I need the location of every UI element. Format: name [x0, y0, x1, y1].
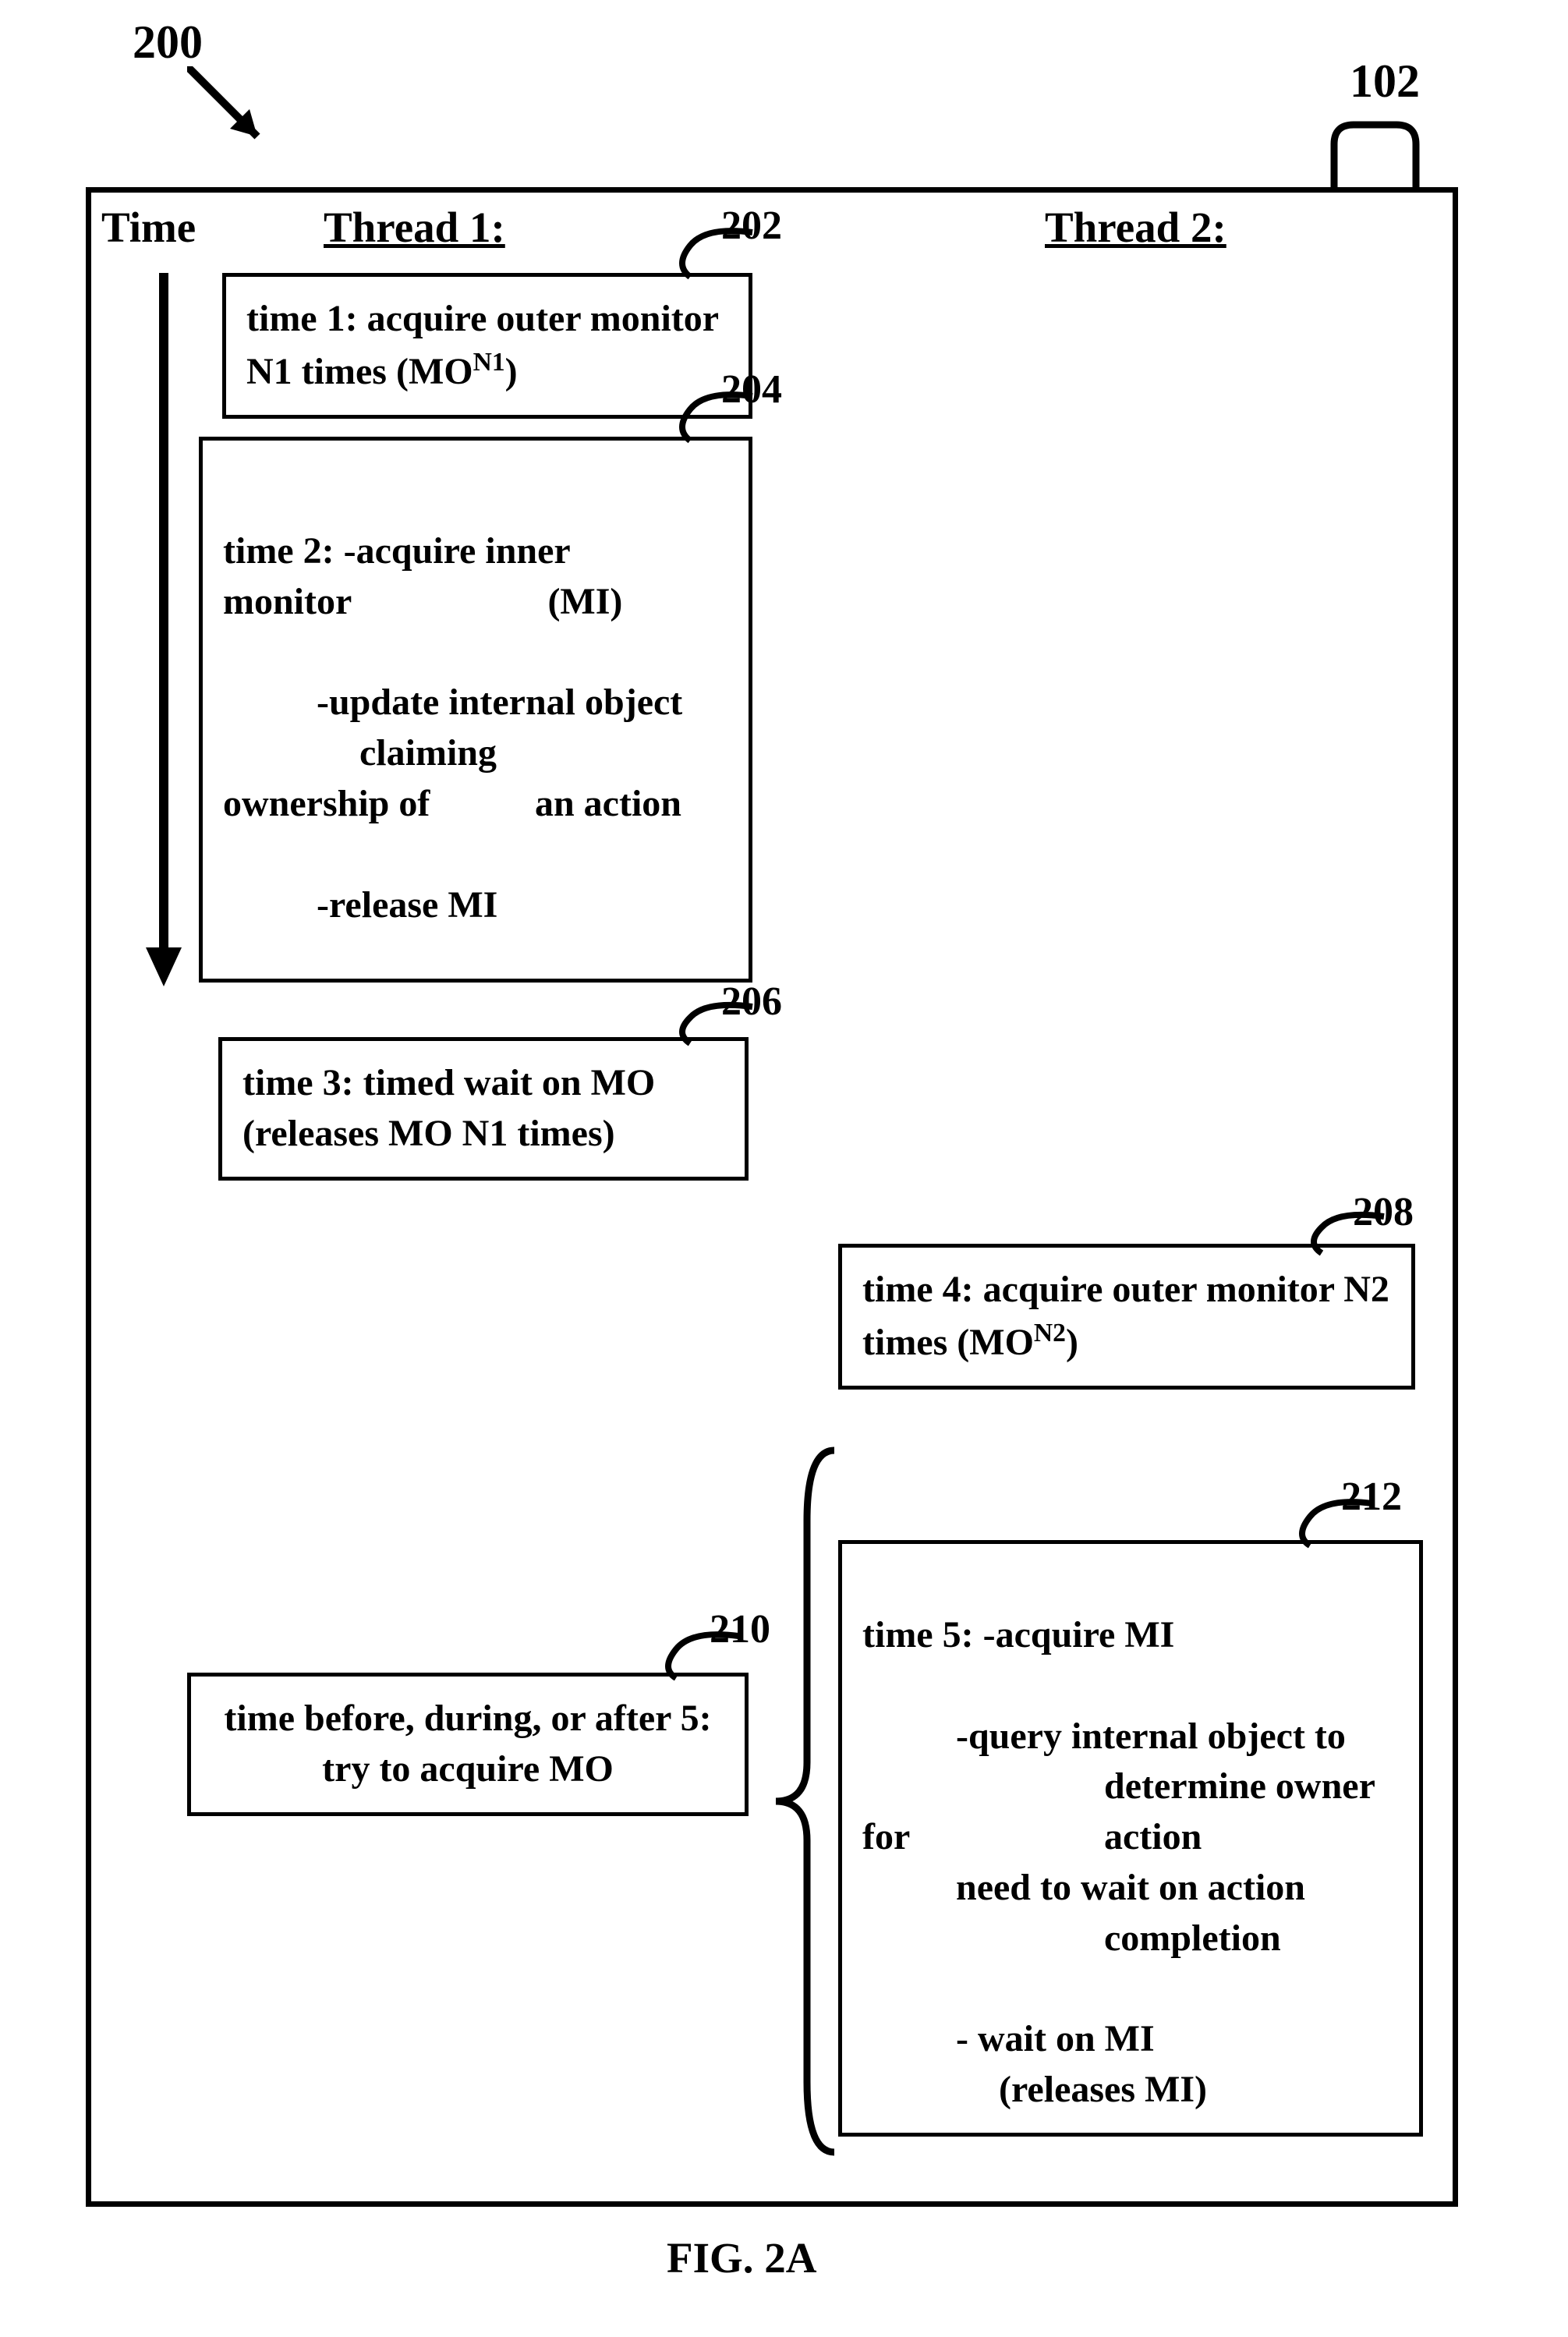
box-202-end: ): [505, 351, 518, 392]
box-204-line4: claiming: [223, 728, 728, 779]
time-arrow-icon: [136, 273, 191, 990]
time-axis-label: Time: [101, 203, 196, 252]
step-box-210: time before, during, or after 5: try to …: [187, 1673, 749, 1816]
box-212-line3: determine owner: [862, 1762, 1399, 1812]
step-box-208: time 4: acquire outer monitor N2 times (…: [838, 1244, 1415, 1390]
step-box-204: time 2: -acquire inner monitor (MI) -upd…: [199, 437, 752, 983]
arrow-200-icon: [187, 66, 296, 175]
box-212-line6: completion: [862, 1914, 1399, 1964]
thread1-header: Thread 1:: [324, 203, 505, 252]
figure-caption: FIG. 2A: [667, 2233, 817, 2282]
box-206-line2: (releases MO N1 times): [242, 1109, 724, 1160]
box-202-text: time 1: acquire outer monitor N1 times (…: [246, 298, 718, 392]
step-box-202: time 1: acquire outer monitor N1 times (…: [222, 273, 752, 419]
box-206-line1: time 3: timed wait on MO: [242, 1058, 724, 1109]
box-204-line2: monitor (MI): [223, 577, 728, 628]
box-204-line1: time 2: -acquire inner: [223, 526, 728, 577]
box-204-line5b: an action: [535, 779, 681, 830]
box-204-line6: -release MI: [223, 880, 728, 931]
thread2-header: Thread 2:: [1045, 203, 1226, 252]
box-212-line4: for action: [862, 1812, 1399, 1863]
box-208-sup: N2: [1034, 1319, 1066, 1347]
label-210: 210: [710, 1606, 770, 1652]
figure-number-label: 200: [133, 16, 203, 69]
box-208-end: ): [1066, 1322, 1078, 1363]
brace-icon: [768, 1443, 838, 2160]
label-212: 212: [1341, 1474, 1402, 1520]
box-202-sup: N1: [473, 348, 505, 377]
label-204: 204: [721, 366, 782, 413]
label-208: 208: [1353, 1189, 1414, 1235]
label-206: 206: [721, 979, 782, 1025]
box-204-line5a: ownership of: [223, 779, 430, 830]
tab-102-icon: [1330, 121, 1424, 191]
step-box-206: time 3: timed wait on MO (releases MO N1…: [218, 1037, 749, 1181]
box-212-line7: - wait on MI: [862, 2014, 1399, 2065]
box-204-line3: -update internal object: [223, 678, 728, 728]
box-208-text: time 4: acquire outer monitor N2 times (…: [862, 1269, 1389, 1363]
box-212-line2: -query internal object to: [862, 1712, 1399, 1762]
box-210-line1: time before, during, or after 5:: [211, 1694, 724, 1744]
box-212-line4b: action: [1104, 1812, 1202, 1863]
box-212-line1: time 5: -acquire MI: [862, 1610, 1399, 1661]
box-212-line8: (releases MI): [862, 2065, 1399, 2116]
box-210-line2: try to acquire MO: [211, 1744, 724, 1795]
label-202: 202: [721, 203, 782, 249]
box-204-line5: ownership of an action: [223, 779, 728, 830]
outer-box-label: 102: [1350, 55, 1420, 108]
step-box-212: time 5: -acquire MI -query internal obje…: [838, 1540, 1423, 2137]
box-212-line5: need to wait on action: [862, 1863, 1399, 1914]
box-212-line4a: for: [862, 1812, 1104, 1863]
